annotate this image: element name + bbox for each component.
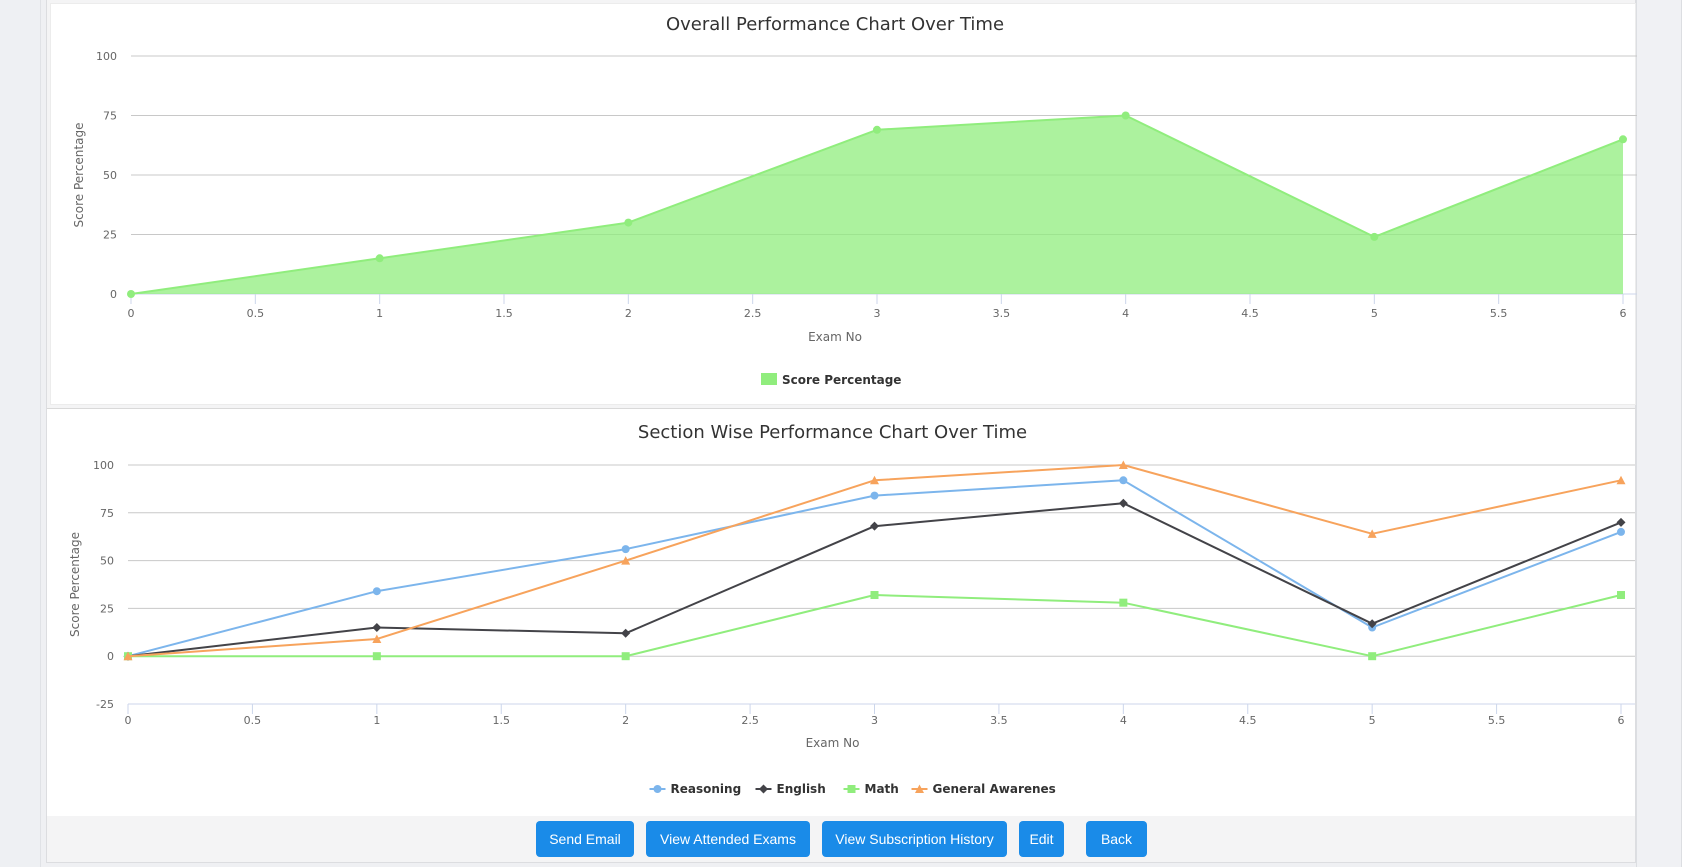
y-tick-label: 75	[103, 110, 117, 123]
y-tick-label: 50	[100, 555, 114, 568]
x-tick-label: 4.5	[1241, 307, 1259, 320]
x-tick-label: 0.5	[247, 307, 264, 320]
legend-item-reasoning[interactable]: Reasoning	[649, 782, 742, 796]
x-tick-label: 0.5	[244, 714, 262, 727]
data-point-score-percentage[interactable]	[1121, 111, 1130, 120]
x-axis-title: Exam No	[808, 330, 862, 344]
data-point-score-percentage[interactable]	[127, 290, 135, 298]
data-point-english[interactable]	[372, 623, 382, 633]
y-tick-label: 0	[107, 650, 114, 663]
y-axis-title: Score Percentage	[68, 532, 82, 637]
x-tick-label: 3	[874, 307, 881, 320]
data-point-reasoning[interactable]	[1617, 527, 1625, 536]
data-point-english[interactable]	[621, 628, 631, 638]
data-point-score-percentage[interactable]	[1370, 232, 1379, 241]
y-tick-label: 25	[103, 229, 117, 242]
y-tick-label: 50	[103, 169, 117, 182]
chart-legend[interactable]: Reasoning English Math General Awarenes	[649, 782, 1056, 796]
x-tick-label: 3.5	[990, 714, 1008, 727]
x-tick-label: 6	[1618, 714, 1625, 727]
x-tick-label: 1.5	[493, 714, 511, 727]
data-point-score-percentage[interactable]	[624, 218, 633, 227]
page-right-scroll-area	[1636, 0, 1682, 867]
data-point-score-percentage[interactable]	[375, 254, 384, 263]
data-point-math[interactable]	[870, 591, 879, 600]
y-tick-label: 100	[96, 50, 117, 63]
chart-title: Overall Performance Chart Over Time	[666, 14, 1004, 35]
x-tick-label: 5	[1371, 307, 1378, 320]
x-tick-label: 3	[871, 714, 878, 727]
chart-legend[interactable]: Score Percentage	[761, 373, 901, 387]
edit-button[interactable]: Edit	[1019, 821, 1064, 857]
legend-label: General Awarenes	[933, 782, 1056, 796]
x-tick-label: 4	[1120, 714, 1127, 727]
action-bar: Send Email View Attended Exams View Subs…	[47, 816, 1635, 862]
y-tick-label: 100	[93, 459, 114, 472]
data-point-math[interactable]	[1119, 598, 1128, 607]
x-tick-label: 5.5	[1488, 714, 1506, 727]
student-performance-container: Overall Performance Chart Over Time Scor…	[46, 0, 1637, 863]
legend-marker[interactable]	[653, 785, 662, 793]
data-point-math[interactable]	[1617, 591, 1625, 600]
x-tick-label: 2.5	[741, 714, 759, 727]
y-tick-label: 75	[100, 507, 114, 520]
x-tick-label: 2.5	[744, 307, 762, 320]
legend-marker[interactable]	[759, 784, 768, 794]
data-point-reasoning[interactable]	[372, 587, 381, 596]
data-point-math[interactable]	[372, 652, 381, 661]
page-left-gutter	[0, 0, 41, 867]
data-point-reasoning[interactable]	[870, 491, 879, 500]
x-tick-label: 0	[125, 714, 132, 727]
data-point-math[interactable]	[621, 652, 630, 661]
series-area-score-percentage	[131, 115, 1623, 294]
x-tick-label: 5	[1369, 714, 1376, 727]
data-point-score-percentage[interactable]	[1619, 135, 1627, 144]
data-point-score-percentage[interactable]	[873, 125, 881, 134]
section-performance-panel: Section Wise Performance Chart Over Time…	[47, 408, 1635, 817]
legend-item-general-awarenes[interactable]: General Awarenes	[911, 782, 1056, 796]
y-tick-label: 0	[110, 288, 117, 301]
x-tick-label: 1.5	[495, 307, 513, 320]
send-email-button[interactable]: Send Email	[536, 821, 634, 857]
legend-label[interactable]: Score Percentage	[782, 373, 901, 387]
y-tick-label: -25	[96, 698, 114, 711]
x-tick-label: 3.5	[993, 307, 1011, 320]
view-subscription-history-button[interactable]: View Subscription History	[822, 821, 1007, 857]
view-attended-exams-button[interactable]: View Attended Exams	[646, 821, 810, 857]
x-tick-label: 4.5	[1239, 714, 1257, 727]
x-tick-label: 0	[128, 307, 135, 320]
legend-swatch	[761, 373, 777, 385]
legend-label: Math	[865, 782, 899, 796]
legend-marker[interactable]	[847, 785, 856, 793]
data-point-reasoning[interactable]	[1119, 476, 1128, 485]
data-point-math[interactable]	[1368, 652, 1377, 661]
x-tick-label: 2	[622, 714, 629, 727]
data-point-english[interactable]	[1616, 517, 1626, 527]
x-tick-label: 2	[625, 307, 632, 320]
legend-item-english[interactable]: English	[755, 782, 826, 796]
x-tick-label: 6	[1620, 307, 1627, 320]
x-tick-label: 5.5	[1490, 307, 1508, 320]
data-point-english[interactable]	[1118, 498, 1128, 508]
y-tick-label: 25	[100, 602, 114, 615]
data-point-english[interactable]	[870, 521, 879, 531]
legend-label: Reasoning	[671, 782, 742, 796]
x-axis-title: Exam No	[806, 736, 860, 750]
back-button[interactable]: Back	[1086, 821, 1147, 857]
legend-label: English	[777, 782, 826, 796]
overall-performance-panel: Overall Performance Chart Over Time Scor…	[50, 3, 1637, 405]
x-tick-label: 1	[373, 714, 380, 727]
legend-item-math[interactable]: Math	[843, 782, 899, 796]
x-tick-label: 1	[376, 307, 383, 320]
data-point-reasoning[interactable]	[621, 545, 630, 554]
series-line-math	[128, 594, 1622, 658]
y-axis-title: Score Percentage	[72, 123, 86, 228]
section-performance-chart: Section Wise Performance Chart Over Time…	[68, 422, 1635, 796]
chart-title: Section Wise Performance Chart Over Time	[638, 422, 1027, 443]
overall-performance-chart: Overall Performance Chart Over Time Scor…	[72, 14, 1637, 387]
x-tick-label: 4	[1122, 307, 1129, 320]
